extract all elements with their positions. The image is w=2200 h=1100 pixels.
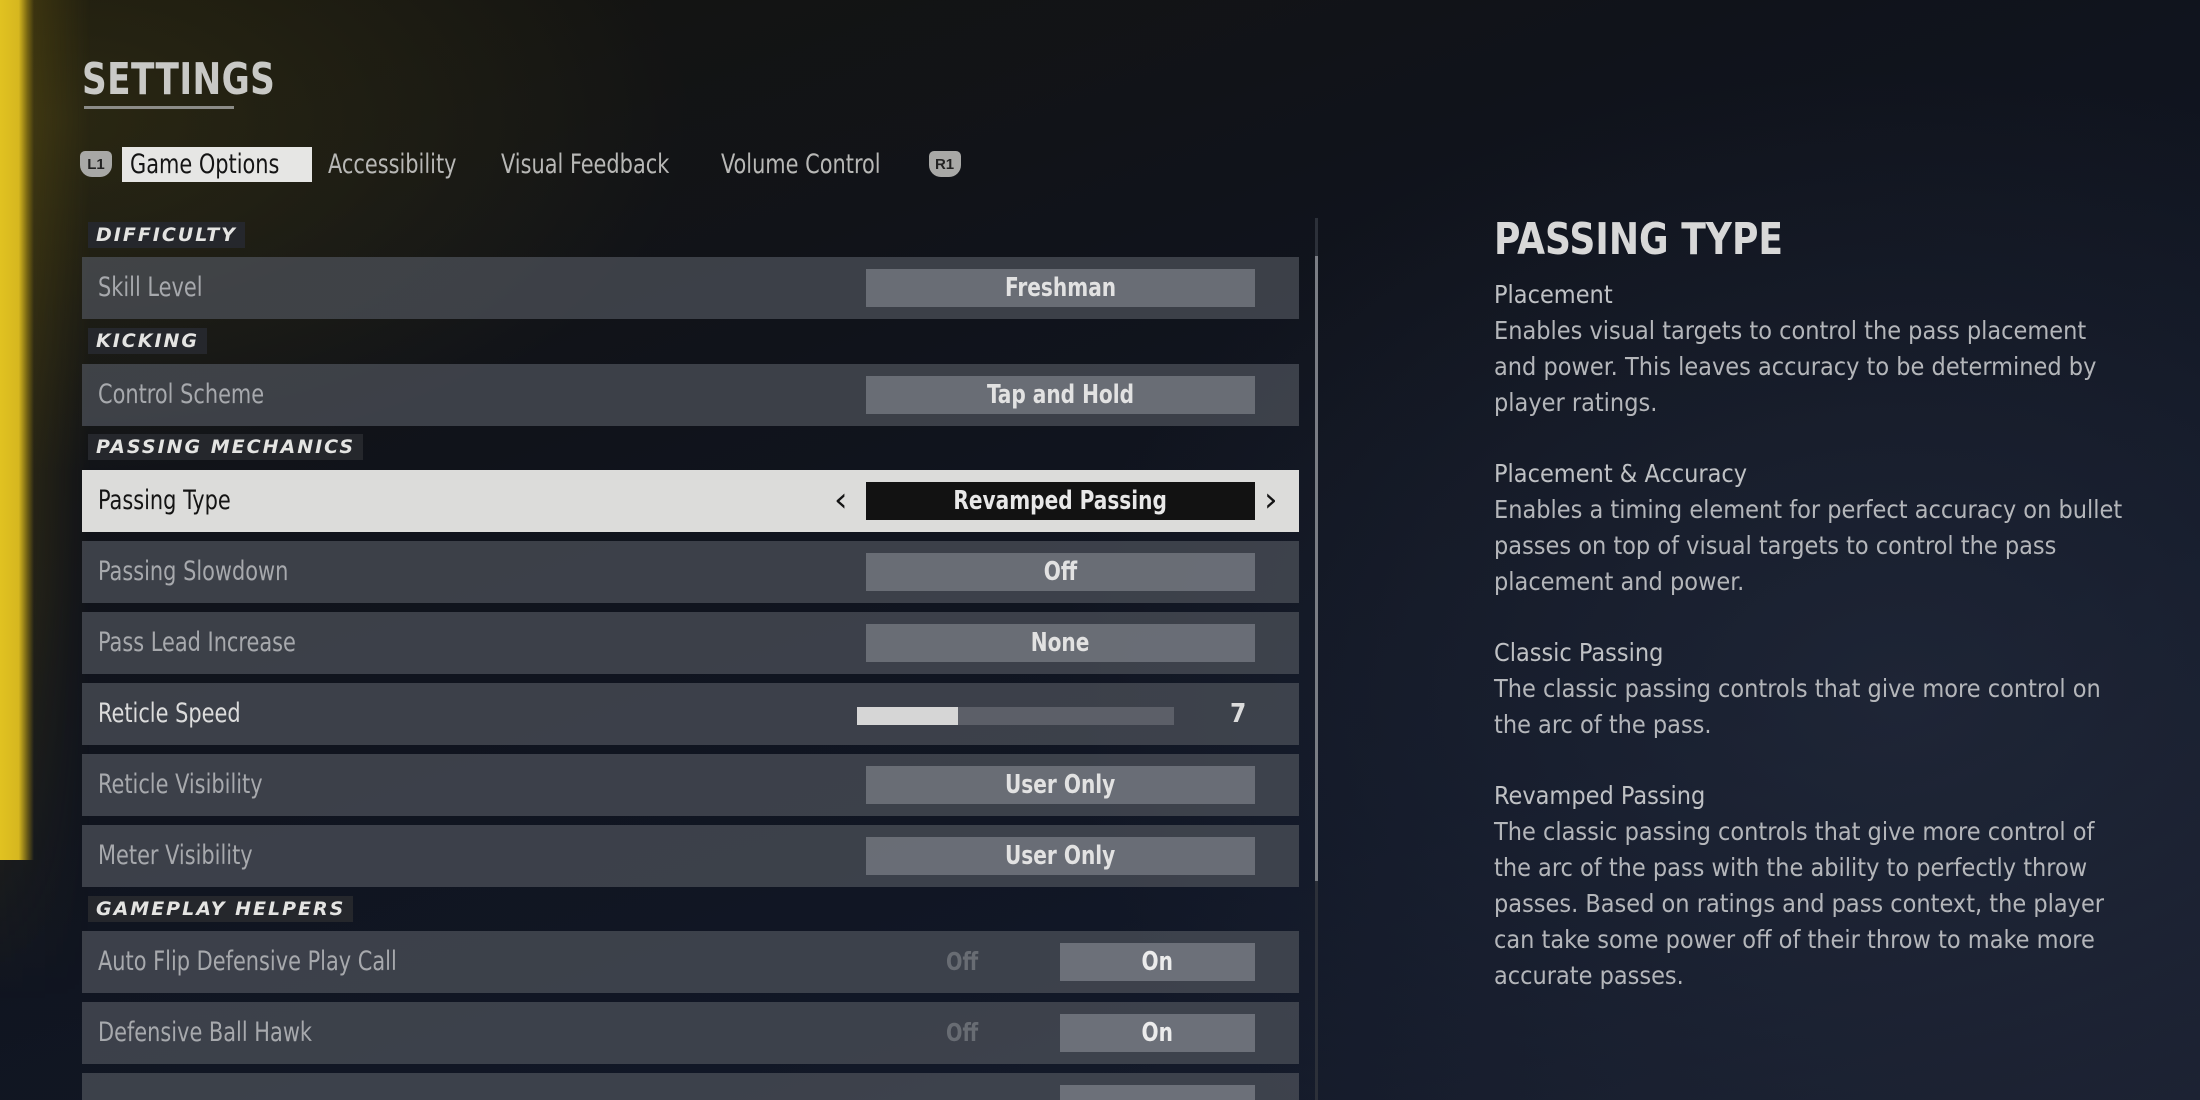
option-description: Enables a timing element for perfect acc… bbox=[1494, 495, 2123, 596]
setting-row-reticle-visibility[interactable]: Reticle Visibility User Only bbox=[82, 754, 1299, 816]
page-title: SETTINGS bbox=[82, 54, 276, 105]
setting-row-passing-slowdown[interactable]: Passing Slowdown Off bbox=[82, 541, 1299, 603]
setting-value[interactable]: Freshman bbox=[866, 269, 1255, 307]
yellow-brush-accent bbox=[0, 0, 34, 860]
slider-fill bbox=[857, 707, 959, 725]
setting-row-defensive-ball-hawk[interactable]: Defensive Ball Hawk Off On bbox=[82, 1002, 1299, 1064]
tab-bar: L1 Game Options Accessibility Visual Fee… bbox=[80, 144, 961, 184]
setting-label: Control Scheme bbox=[98, 379, 265, 410]
setting-label: Reticle Speed bbox=[98, 698, 241, 729]
info-option-placement-accuracy: Placement & Accuracy Enables a timing el… bbox=[1494, 456, 2134, 600]
info-title: PASSING TYPE bbox=[1494, 214, 1784, 265]
reticle-speed-slider[interactable] bbox=[857, 707, 1174, 725]
option-name: Placement bbox=[1494, 280, 1613, 309]
option-name: Revamped Passing bbox=[1494, 781, 1706, 810]
scrollbar-thumb[interactable] bbox=[1315, 256, 1318, 881]
chevron-left-icon[interactable]: ‹ bbox=[834, 478, 848, 522]
setting-value[interactable]: User Only bbox=[866, 837, 1255, 875]
setting-label: Defensive Ball Hawk bbox=[98, 1017, 313, 1048]
setting-row-pass-lead-increase[interactable]: Pass Lead Increase None bbox=[82, 612, 1299, 674]
toggle-on-option[interactable] bbox=[1060, 1085, 1255, 1100]
tab-accessibility[interactable]: Accessibility bbox=[320, 147, 485, 182]
tab-game-options[interactable]: Game Options bbox=[122, 146, 312, 182]
section-label-passing-mechanics: PASSING MECHANICS bbox=[88, 434, 364, 460]
setting-label: Skill Level bbox=[98, 272, 203, 303]
setting-label: Auto Flip Defensive Play Call bbox=[98, 946, 397, 977]
tab-label: Game Options bbox=[130, 148, 280, 180]
toggle-on-option[interactable]: On bbox=[1060, 943, 1255, 981]
setting-row-passing-type[interactable]: Passing Type ‹ Revamped Passing › bbox=[82, 470, 1299, 532]
info-option-revamped-passing: Revamped Passing The classic passing con… bbox=[1494, 778, 2134, 994]
toggle-on-option[interactable]: On bbox=[1060, 1014, 1255, 1052]
setting-row-reticle-speed[interactable]: Reticle Speed 7 bbox=[82, 683, 1299, 745]
info-option-classic-passing: Classic Passing The classic passing cont… bbox=[1494, 635, 2134, 743]
setting-row-meter-visibility[interactable]: Meter Visibility User Only bbox=[82, 825, 1299, 887]
setting-value[interactable]: None bbox=[866, 624, 1255, 662]
option-description: The classic passing controls that give m… bbox=[1494, 817, 2105, 990]
setting-row-partial[interactable] bbox=[82, 1073, 1299, 1100]
setting-value[interactable]: User Only bbox=[866, 766, 1255, 804]
tab-label: Accessibility bbox=[327, 148, 457, 180]
toggle-off-option[interactable]: Off bbox=[946, 931, 983, 993]
option-name: Classic Passing bbox=[1494, 638, 1664, 667]
l1-bumper-icon[interactable]: L1 bbox=[80, 151, 112, 177]
setting-label: Pass Lead Increase bbox=[98, 627, 296, 658]
title-underline bbox=[84, 106, 234, 109]
tab-visual-feedback[interactable]: Visual Feedback bbox=[493, 147, 705, 182]
setting-row-skill-level[interactable]: Skill Level Freshman bbox=[82, 257, 1299, 319]
toggle-off-option[interactable]: Off bbox=[946, 1002, 983, 1064]
tab-label: Visual Feedback bbox=[501, 148, 670, 180]
info-option-placement: Placement Enables visual targets to cont… bbox=[1494, 277, 2134, 421]
setting-row-auto-flip-defensive-play-call[interactable]: Auto Flip Defensive Play Call Off On bbox=[82, 931, 1299, 993]
setting-label: Passing Slowdown bbox=[98, 556, 289, 587]
info-panel: PASSING TYPE Placement Enables visual ta… bbox=[1494, 214, 2134, 1029]
r1-bumper-icon[interactable]: R1 bbox=[928, 151, 961, 177]
section-label-kicking: KICKING bbox=[88, 328, 208, 354]
setting-value[interactable]: Off bbox=[866, 553, 1255, 591]
setting-value[interactable]: Tap and Hold bbox=[866, 376, 1255, 414]
section-label-gameplay-helpers: GAMEPLAY HELPERS bbox=[88, 896, 354, 922]
option-description: Enables visual targets to control the pa… bbox=[1494, 316, 2097, 417]
setting-label: Reticle Visibility bbox=[98, 769, 263, 800]
setting-label: Meter Visibility bbox=[98, 840, 253, 871]
section-label-difficulty: DIFFICULTY bbox=[88, 222, 245, 248]
option-name: Placement & Accuracy bbox=[1494, 459, 1748, 488]
option-description: The classic passing controls that give m… bbox=[1494, 674, 2101, 739]
tab-label: Volume Control bbox=[720, 148, 881, 180]
tab-volume-control[interactable]: Volume Control bbox=[713, 147, 915, 182]
setting-value[interactable]: Revamped Passing bbox=[866, 482, 1255, 520]
slider-value: 7 bbox=[1230, 699, 1247, 729]
setting-row-control-scheme[interactable]: Control Scheme Tap and Hold bbox=[82, 364, 1299, 426]
chevron-right-icon[interactable]: › bbox=[1264, 478, 1278, 522]
setting-label: Passing Type bbox=[98, 485, 231, 516]
